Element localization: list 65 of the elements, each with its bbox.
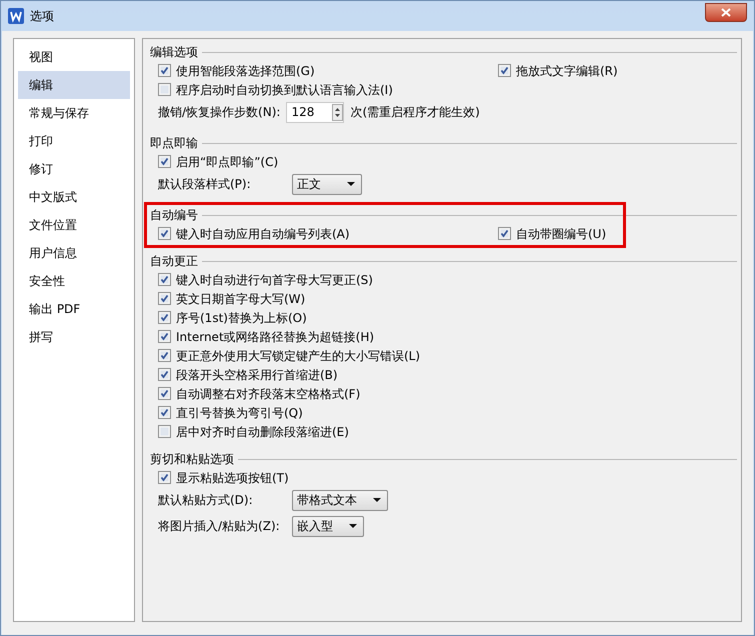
checkbox-label: 键入时自动应用自动编号列表(A) <box>176 226 350 242</box>
caret-icon <box>349 524 357 528</box>
checkbox-label: 程序启动时自动切换到默认语言输入法(I) <box>176 82 393 98</box>
sidebar-item[interactable]: 中文版式 <box>18 183 130 211</box>
number-spinner[interactable]: 128 <box>286 102 344 122</box>
checkbox-label: Internet或网络路径替换为超链接(H) <box>176 328 374 346</box>
app-logo-icon <box>8 8 24 24</box>
caret-icon <box>347 182 355 186</box>
checkbox-label: 英文日期首字母大写(W) <box>176 290 306 308</box>
checkbox-label: 显示粘贴选项按钮(T) <box>176 470 289 486</box>
checkbox-label: 序号(1st)替换为上标(O) <box>176 310 307 326</box>
field-label: 默认段落样式(P): <box>158 176 252 193</box>
checkbox-label: 使用智能段落选择范围(G) <box>176 62 315 80</box>
checkbox[interactable] <box>498 227 511 240</box>
sidebar-item[interactable]: 编辑 <box>18 71 130 99</box>
checkbox[interactable] <box>158 349 171 362</box>
checkbox[interactable] <box>158 83 171 96</box>
checkbox-label: 拖放式文字编辑(R) <box>516 62 618 80</box>
checkbox[interactable] <box>498 64 511 77</box>
sidebar-item[interactable]: 文件位置 <box>18 211 130 239</box>
checkbox[interactable] <box>158 471 171 484</box>
checkbox[interactable] <box>158 227 171 240</box>
checkbox-label: 更正意外使用大写锁定键产生的大小写错误(L) <box>176 348 420 364</box>
sidebar-item[interactable]: 安全性 <box>18 267 130 295</box>
checkbox[interactable] <box>158 64 171 77</box>
sidebar-item[interactable]: 视图 <box>18 43 130 71</box>
window-title: 选项 <box>30 8 54 25</box>
checkbox[interactable] <box>158 368 171 381</box>
dropdown[interactable]: 带格式文本 <box>292 490 388 510</box>
checkbox-label: 自动带圈编号(U) <box>516 226 606 242</box>
section-heading: 编辑选项 <box>150 44 198 61</box>
section-heading: 即点即输 <box>150 135 198 152</box>
checkbox[interactable] <box>158 425 171 438</box>
checkbox-label: 自动调整右对齐段落末空格格式(F) <box>176 386 360 402</box>
checkbox[interactable] <box>158 155 171 168</box>
checkbox-label: 段落开头空格采用行首缩进(B) <box>176 366 338 384</box>
sidebar-item[interactable]: 打印 <box>18 127 130 155</box>
sidebar-item[interactable]: 常规与保存 <box>18 99 130 127</box>
sidebar-item[interactable]: 修订 <box>18 155 130 183</box>
spinner-arrows-icon[interactable] <box>332 104 344 120</box>
field-label: 将图片插入/粘贴为(Z): <box>158 518 281 535</box>
field-label: 默认粘贴方式(D): <box>158 492 254 509</box>
checkbox-label: 启用“即点即输”(C) <box>176 154 278 170</box>
checkbox[interactable] <box>158 311 171 324</box>
checkbox[interactable] <box>158 406 171 419</box>
dropdown[interactable]: 正文 <box>292 174 362 194</box>
checkbox[interactable] <box>158 330 171 343</box>
sidebar-item[interactable]: 用户信息 <box>18 239 130 267</box>
checkbox[interactable] <box>158 292 171 305</box>
sidebar-item[interactable]: 拼写 <box>18 323 130 351</box>
field-note: 次(需重启程序才能生效) <box>350 104 480 121</box>
caret-icon <box>373 498 381 502</box>
close-icon <box>721 8 731 16</box>
field-label: 撤销/恢复操作步数(N): <box>158 104 280 121</box>
checkbox-label: 居中对齐时自动删除段落缩进(E) <box>176 424 349 440</box>
section-heading: 自动编号 <box>150 207 198 224</box>
checkbox[interactable] <box>158 273 171 286</box>
dropdown[interactable]: 嵌入型 <box>292 516 364 536</box>
checkbox-label: 直引号替换为弯引号(Q) <box>176 404 303 422</box>
checkbox-label: 键入时自动进行句首字母大写更正(S) <box>176 272 373 288</box>
section-heading: 自动更正 <box>150 253 198 270</box>
close-button[interactable] <box>705 2 747 22</box>
section-heading: 剪切和粘贴选项 <box>150 451 234 468</box>
checkbox[interactable] <box>158 387 171 400</box>
sidebar-item[interactable]: 输出 PDF <box>18 295 130 323</box>
